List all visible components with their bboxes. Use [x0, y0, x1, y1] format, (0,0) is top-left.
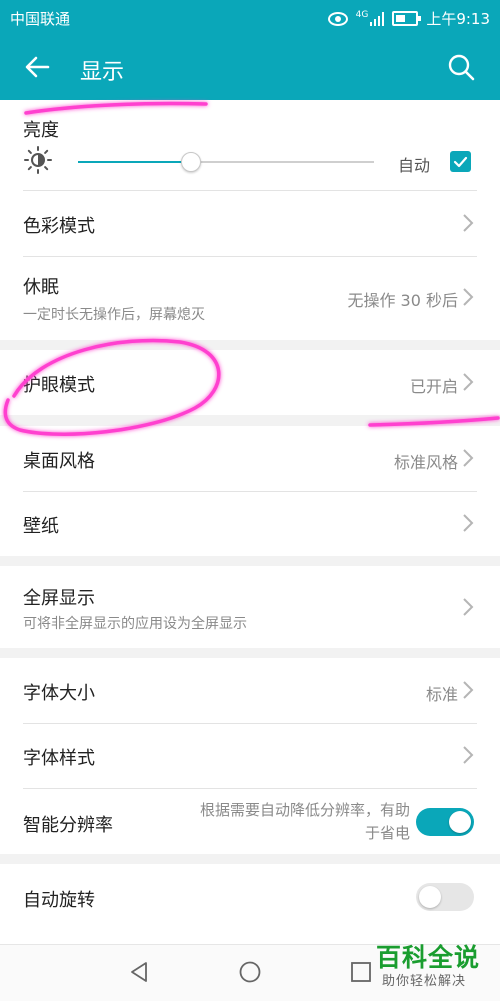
- font-size-label: 字体大小: [23, 683, 95, 704]
- eye-comfort-row[interactable]: 护眼模式 已开启: [0, 350, 500, 415]
- smart-resolution-row: 智能分辨率 根据需要自动降低分辨率，有助 于省电: [0, 789, 500, 854]
- auto-brightness-label: 自动: [398, 156, 431, 175]
- nav-back-icon[interactable]: [127, 960, 151, 984]
- check-icon: [453, 156, 468, 168]
- watermark-logo: 百科全说 助你轻松解决: [376, 936, 494, 996]
- full-screen-row[interactable]: 全屏显示 可将非全屏显示的应用设为全屏显示: [0, 566, 500, 648]
- color-mode-label: 色彩模式: [23, 216, 95, 237]
- eye-comfort-status-icon: [327, 11, 348, 26]
- font-size-value: 标准: [425, 685, 458, 704]
- watermark-subtitle: 助你轻松解决: [382, 974, 467, 989]
- back-arrow-icon[interactable]: [22, 52, 52, 82]
- wallpaper-row[interactable]: 壁纸: [0, 492, 500, 556]
- watermark-title: 百科全说: [376, 943, 481, 972]
- color-mode-row[interactable]: 色彩模式: [0, 191, 500, 256]
- status-bar: 中国联通 4G 上午9:13: [0, 0, 500, 34]
- font-size-row[interactable]: 字体大小 标准: [0, 658, 500, 723]
- battery-icon: [392, 11, 422, 26]
- brightness-label: 亮度: [23, 120, 59, 141]
- auto-rotate-label: 自动旋转: [23, 890, 95, 911]
- font-style-label: 字体样式: [23, 748, 95, 769]
- full-screen-label: 全屏显示: [23, 588, 95, 609]
- brightness-slider[interactable]: [78, 152, 374, 172]
- app-bar: 显示: [0, 34, 500, 100]
- brightness-icon: [24, 146, 52, 174]
- nav-recent-icon[interactable]: [349, 960, 373, 984]
- wallpaper-label: 壁纸: [23, 516, 59, 537]
- chevron-right-icon: [463, 681, 474, 699]
- desktop-style-row[interactable]: 桌面风格 标准风格: [0, 426, 500, 491]
- auto-rotate-row: 自动旋转: [0, 864, 500, 930]
- sleep-row[interactable]: 休眠 一定时长无操作后，屏幕熄灭 无操作 30 秒后: [0, 257, 500, 340]
- chevron-right-icon: [463, 514, 474, 532]
- smart-resolution-description-line1: 根据需要自动降低分辨率，有助: [199, 801, 410, 819]
- search-icon[interactable]: [446, 52, 476, 82]
- chevron-right-icon: [463, 214, 474, 232]
- auto-rotate-toggle[interactable]: [416, 883, 474, 911]
- toggle-knob: [419, 886, 441, 908]
- status-time: 上午9:13: [426, 10, 490, 28]
- smart-resolution-description-line2: 于省电: [364, 824, 410, 842]
- carrier-name: 中国联通: [10, 10, 71, 28]
- eye-comfort-label: 护眼模式: [23, 375, 95, 396]
- chevron-right-icon: [463, 598, 474, 616]
- brightness-slider-fill: [78, 161, 190, 163]
- chevron-right-icon: [463, 746, 474, 764]
- page-title: 显示: [80, 60, 125, 85]
- nav-home-icon[interactable]: [238, 960, 262, 984]
- chevron-right-icon: [463, 373, 474, 391]
- smart-resolution-description: 根据需要自动降低分辨率，有助 于省电: [148, 799, 410, 845]
- full-screen-subtitle: 可将非全屏显示的应用设为全屏显示: [23, 616, 247, 632]
- signal-icon: [370, 11, 385, 26]
- toggle-knob: [449, 811, 471, 833]
- sleep-value: 无操作 30 秒后: [347, 291, 458, 310]
- eye-comfort-value: 已开启: [409, 377, 458, 396]
- network-type: 4G: [355, 9, 369, 20]
- chevron-right-icon: [463, 288, 474, 306]
- desktop-style-value: 标准风格: [393, 453, 458, 472]
- annotation-line-right: [368, 416, 500, 427]
- sleep-label: 休眠: [23, 277, 59, 298]
- smart-resolution-label: 智能分辨率: [23, 815, 113, 836]
- sleep-subtitle: 一定时长无操作后，屏幕熄灭: [23, 307, 205, 323]
- auto-brightness-checkbox[interactable]: [450, 151, 471, 172]
- font-style-row[interactable]: 字体样式: [0, 724, 500, 788]
- chevron-right-icon: [463, 449, 474, 467]
- desktop-style-label: 桌面风格: [23, 451, 95, 472]
- brightness-slider-thumb[interactable]: [181, 152, 201, 172]
- status-icons: 4G 上午9:13: [327, 8, 490, 29]
- smart-resolution-toggle[interactable]: [416, 808, 474, 836]
